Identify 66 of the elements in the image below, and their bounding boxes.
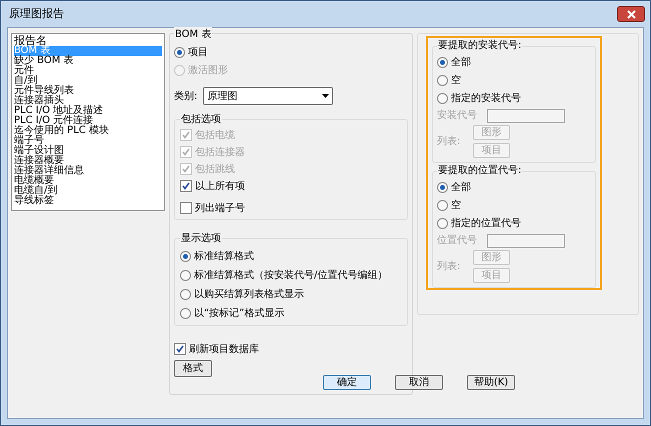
radio-label: 标准结算格式 [194,250,254,264]
radio-label: 全部 [451,56,471,70]
radio-label: 标准结算格式（按安装代号/位置代号编组） [194,268,388,282]
checkbox[interactable] [174,343,186,355]
list-item[interactable]: 电缆概要 [14,176,162,186]
list-item[interactable]: 自/到 [14,76,162,86]
radio-label: 指定的位置代号 [451,216,521,230]
radio-label: 以购买结算列表格式显示 [194,288,304,302]
checkbox-label: 刷新项目数据库 [189,342,259,356]
close-button[interactable] [617,6,645,22]
radio-button[interactable] [437,92,448,104]
close-icon [626,10,636,18]
radio-button[interactable] [180,288,191,300]
radio-button[interactable] [180,308,191,318]
radio-label: 空 [451,198,461,212]
list-item[interactable]: 导线标签 [14,196,162,206]
list-item[interactable]: 连接器详细信息 [14,166,162,176]
list-item[interactable]: 连接器插头 [14,96,162,106]
list-item[interactable]: 迄今使用的 PLC 模块 [14,126,162,136]
checkbox-label: 包括连接器 [195,146,245,160]
checkbox-label: 以上所有项 [195,180,245,194]
format-button[interactable]: 格式 [174,360,212,377]
group-title: 要提取的位置代号: [437,165,522,177]
radio-label: 激活图形 [188,64,228,78]
list-label: 列表: [437,260,462,274]
radio-button[interactable] [437,74,448,86]
dialog-button[interactable]: 确定 [323,375,371,390]
list-item[interactable]: PLC I/O 地址及描述 [14,106,162,116]
radio-button[interactable] [437,200,448,210]
checkbox[interactable] [180,202,192,214]
field-label: 安装代号 [437,108,478,123]
dropdown-caret-icon [322,94,330,98]
radio-button[interactable] [437,56,448,68]
radio-button[interactable] [180,250,191,262]
list-item[interactable]: 缺少 BOM 表 [14,56,162,66]
radio-label: 项目 [188,46,208,60]
checkbox-label: 列出端子号 [195,202,245,216]
radio-label: 空 [451,74,461,88]
list-item[interactable]: 连接器概要 [14,156,162,166]
radio-label: 以“按标记”格式显示 [194,306,284,320]
list-item[interactable]: PLC I/O 元件连接 [14,116,162,126]
window-title: 原理图报告 [9,6,64,22]
checkbox-label: 包括跳线 [195,162,235,176]
list-header: 报告名 [14,35,47,46]
radio-label: 指定的安装代号 [451,92,521,106]
list-item[interactable]: 端子号 [14,136,162,146]
list-item[interactable]: 元件导线列表 [14,86,162,96]
field-label: 位置代号 [437,234,478,248]
code-input-field[interactable] [487,108,565,122]
list-item[interactable]: 元件 [14,66,162,76]
category-label: 类别: [174,90,198,104]
checkbox-label: 包括电缆 [195,128,235,142]
list-item[interactable]: 端子设计图 [14,146,162,156]
dialog-button[interactable]: 帮助(K) [467,375,515,390]
radio-button[interactable] [437,182,448,192]
list-label: 列表: [437,134,462,149]
radio-button[interactable] [180,270,191,280]
radio-button[interactable] [174,46,185,58]
code-input-field[interactable] [487,234,565,248]
list-item[interactable]: 电缆自/到 [14,186,162,196]
dialog-button[interactable]: 取消 [395,375,443,390]
group-title: 要提取的安装代号: [437,40,522,52]
radio-label: 全部 [451,180,471,194]
category-dropdown[interactable]: 原理图 [203,87,334,105]
radio-button[interactable] [437,218,448,228]
checkbox[interactable] [180,180,192,192]
